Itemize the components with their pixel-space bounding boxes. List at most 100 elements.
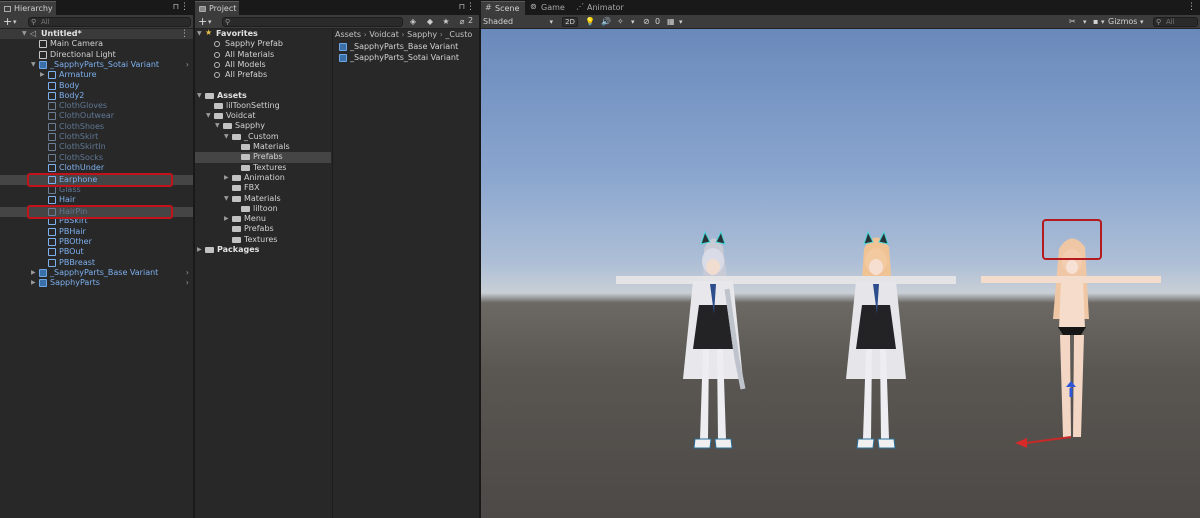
favorite-star-icon[interactable]: ★	[441, 17, 451, 27]
scene-root-row[interactable]: ▼ ◁ Untitled* ⋮	[0, 29, 193, 40]
hierarchy-item[interactable]: Body	[0, 81, 193, 91]
folder-item[interactable]: lilToonSetting	[195, 101, 331, 111]
more-menu-icon[interactable]: ⋮	[180, 2, 189, 12]
favorite-item[interactable]: All Prefabs	[195, 70, 331, 80]
hierarchy-item[interactable]: ▶ SapphyParts ›	[0, 278, 193, 288]
folder-item[interactable]: Textures	[195, 163, 331, 173]
hierarchy-item[interactable]: ▶ _SapphyParts_Base Variant ›	[0, 268, 193, 278]
chevron-down-icon[interactable]: ▾	[13, 16, 17, 28]
tab-hierarchy[interactable]: Hierarchy	[0, 1, 56, 15]
folder-item[interactable]: ▼ Voidcat	[195, 111, 331, 121]
tab-game[interactable]: ⊚ Game	[527, 1, 571, 15]
collapse-triangle-icon[interactable]: ▶	[31, 268, 36, 278]
hierarchy-item[interactable]: ClothSkirt	[0, 132, 193, 142]
collapse-triangle-icon[interactable]: ▶	[197, 245, 202, 255]
folder-item[interactable]: liltoon	[195, 204, 331, 214]
chevron-down-icon[interactable]: ▾	[1101, 17, 1105, 27]
chevron-down-icon[interactable]: ▾	[631, 17, 635, 27]
gizmos-dropdown[interactable]: Gizmos ▾	[1108, 17, 1144, 27]
lighting-toggle-icon[interactable]: 💡	[585, 17, 595, 27]
lock-icon[interactable]: ⊓	[459, 2, 465, 11]
file-item[interactable]: _SapphyParts_Base Variant	[333, 42, 479, 52]
hierarchy-item[interactable]: Hair	[0, 195, 193, 205]
shading-mode-dropdown[interactable]: Shaded ▾	[483, 17, 553, 27]
hierarchy-item[interactable]: ClothShoes	[0, 122, 193, 132]
collapse-triangle-icon[interactable]: ▶	[224, 214, 229, 224]
hierarchy-item[interactable]: PBBreast	[0, 258, 193, 268]
create-plus-button[interactable]: +	[198, 15, 207, 28]
scene-viewport[interactable]	[481, 29, 1200, 518]
hierarchy-item[interactable]: Directional Light	[0, 50, 193, 60]
tab-project[interactable]: Project	[195, 1, 239, 15]
hidden-objects-icon[interactable]: ⊘	[643, 17, 650, 27]
tab-scene[interactable]: # Scene	[481, 1, 525, 15]
hierarchy-item[interactable]: PBOut	[0, 247, 193, 257]
collapse-triangle-icon[interactable]: ▶	[224, 173, 229, 183]
hierarchy-item[interactable]: PBHair	[0, 227, 193, 237]
hierarchy-item[interactable]: PBOther	[0, 237, 193, 247]
expand-triangle-icon[interactable]: ▼	[197, 91, 202, 101]
breadcrumb-item[interactable]: Assets	[335, 30, 361, 39]
expand-triangle-icon[interactable]: ▼	[206, 111, 211, 121]
folder-item[interactable]: ▶ Animation	[195, 173, 331, 183]
folder-item[interactable]: Textures	[195, 235, 331, 245]
camera-icon[interactable]: ▪	[1093, 17, 1098, 27]
breadcrumb-item[interactable]: _Custo	[445, 30, 472, 39]
hierarchy-item[interactable]: ▶ Armature	[0, 70, 193, 80]
packages-header[interactable]: ▶ Packages	[195, 245, 331, 255]
label-tag-icon[interactable]: ◆	[425, 17, 435, 27]
hierarchy-item[interactable]: Body2	[0, 91, 193, 101]
expand-triangle-icon[interactable]: ▼	[224, 194, 229, 204]
folder-item[interactable]: FBX	[195, 183, 331, 193]
hierarchy-item[interactable]: ClothGloves	[0, 101, 193, 111]
expand-triangle-icon[interactable]: ▼	[31, 60, 36, 70]
grid-toggle-icon[interactable]: ▦	[667, 17, 675, 27]
hidden-packages-icon[interactable]: ⌀	[456, 17, 468, 27]
more-menu-icon[interactable]: ⋮	[1187, 2, 1196, 12]
more-menu-icon[interactable]: ⋮	[466, 2, 475, 12]
hierarchy-item[interactable]: ClothOutwear	[0, 111, 193, 121]
chevron-right-icon[interactable]: ›	[186, 60, 189, 70]
filter-type-icon[interactable]: ◈	[408, 17, 418, 27]
assets-header[interactable]: ▼ Assets	[195, 91, 331, 101]
file-item[interactable]: _SapphyParts_Sotai Variant	[333, 53, 479, 63]
hierarchy-item[interactable]: ClothUnder	[0, 163, 193, 173]
expand-triangle-icon[interactable]: ▼	[197, 29, 202, 39]
hierarchy-item[interactable]: ▼ _SapphyParts_Sotai Variant ›	[0, 60, 193, 70]
folder-item-selected[interactable]: Prefabs	[195, 152, 331, 163]
breadcrumb-item[interactable]: Sapphy	[407, 30, 437, 39]
hierarchy-search-input[interactable]: ⚲ All	[28, 17, 191, 27]
collapse-triangle-icon[interactable]: ▶	[40, 70, 45, 80]
expand-triangle-icon[interactable]: ▼	[215, 121, 220, 131]
scene-menu-icon[interactable]: ⋮	[180, 29, 189, 39]
chevron-right-icon[interactable]: ›	[186, 268, 189, 278]
favorites-header[interactable]: ▼ ★ Favorites	[195, 28, 331, 39]
folder-item[interactable]: ▼ _Custom	[195, 132, 331, 142]
create-plus-button[interactable]: +	[3, 15, 12, 28]
tab-animator[interactable]: ⋰ Animator	[573, 1, 629, 15]
favorite-item[interactable]: All Models	[195, 60, 331, 70]
chevron-down-icon[interactable]: ▾	[679, 17, 683, 27]
expand-triangle-icon[interactable]: ▼	[224, 132, 229, 142]
chevron-down-icon[interactable]: ▾	[1083, 17, 1087, 27]
tools-icon[interactable]: ✂	[1069, 17, 1076, 27]
folder-item[interactable]: Materials	[195, 142, 331, 152]
chevron-down-icon[interactable]: ▾	[208, 16, 212, 28]
folder-item[interactable]: ▼ Sapphy	[195, 121, 331, 131]
folder-item[interactable]: Prefabs	[195, 224, 331, 234]
toggle-2d-button[interactable]: 2D	[562, 17, 578, 27]
lock-icon[interactable]: ⊓	[173, 2, 179, 11]
audio-toggle-icon[interactable]: 🔊	[601, 17, 611, 27]
favorite-item[interactable]: Sapphy Prefab	[195, 39, 331, 49]
scene-search-input[interactable]: ⚲ All	[1153, 17, 1198, 27]
folder-item[interactable]: ▼ Materials	[195, 194, 331, 204]
expand-triangle-icon[interactable]: ▼	[22, 29, 27, 39]
hierarchy-item[interactable]: Main Camera	[0, 39, 193, 49]
favorite-item[interactable]: All Materials	[195, 50, 331, 60]
chevron-right-icon[interactable]: ›	[186, 278, 189, 288]
project-search-input[interactable]: ⚲	[222, 17, 403, 27]
effects-toggle-icon[interactable]: ✧	[617, 17, 624, 27]
breadcrumb-item[interactable]: Voidcat	[369, 30, 398, 39]
hierarchy-item[interactable]: ClothSkirtIn	[0, 142, 193, 152]
hierarchy-item[interactable]: ClothSocks	[0, 153, 193, 163]
